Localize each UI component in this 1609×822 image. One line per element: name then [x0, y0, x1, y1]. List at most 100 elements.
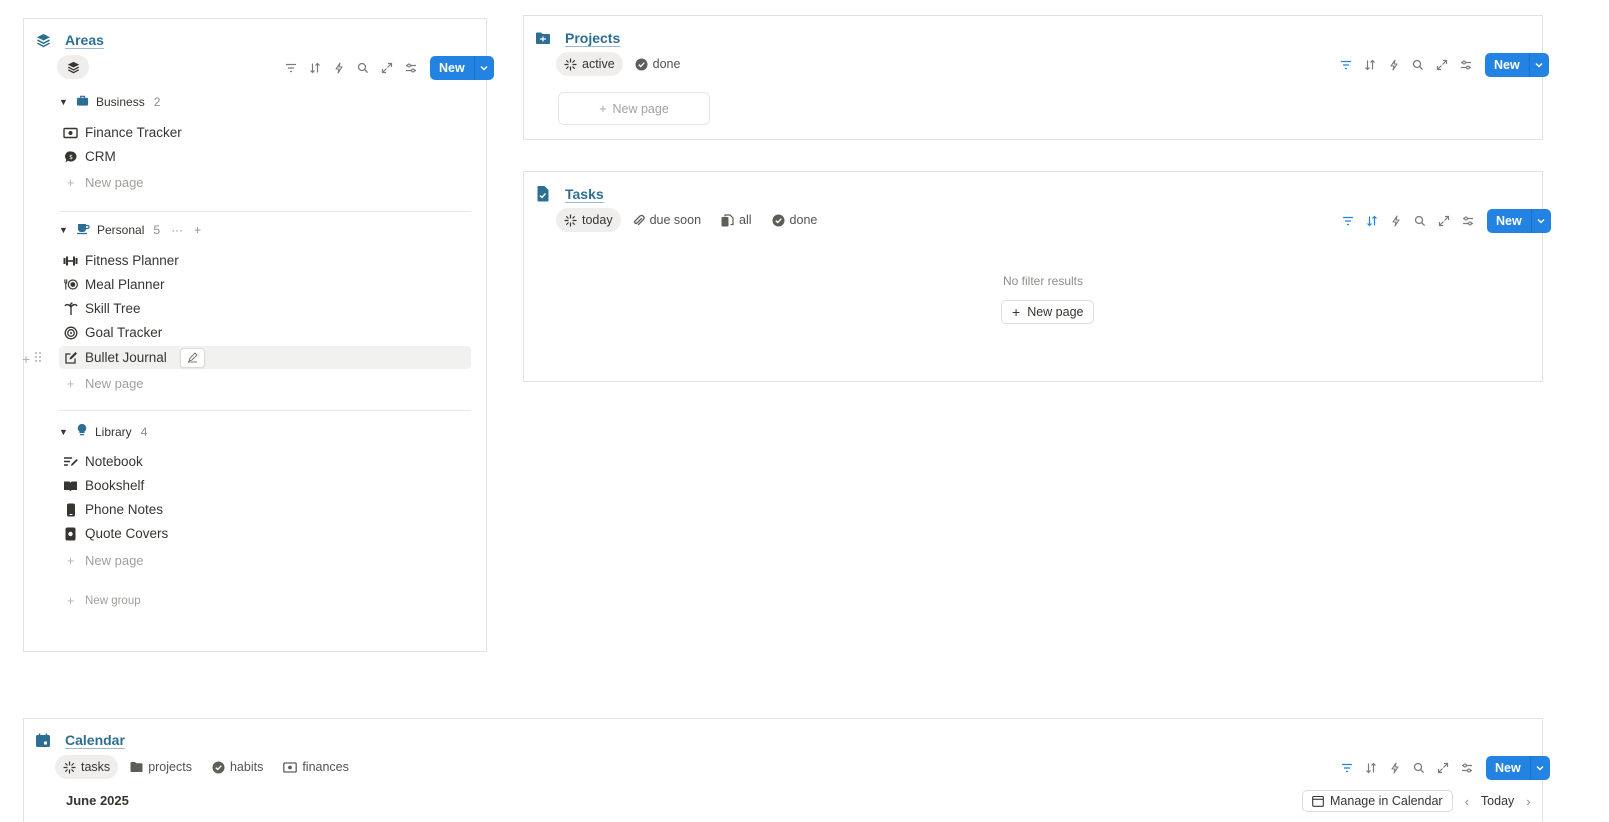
view-done[interactable]: done [764, 208, 826, 232]
sort-icon[interactable] [1360, 757, 1382, 779]
sort-icon[interactable] [304, 57, 326, 79]
search-icon[interactable] [352, 57, 374, 79]
list-item-label: Skill Tree [85, 301, 141, 316]
view-done[interactable]: done [627, 52, 689, 76]
filter-icon[interactable] [1335, 54, 1357, 76]
tasks-title[interactable]: Tasks [565, 186, 604, 202]
settings-sliders-icon[interactable] [1455, 54, 1477, 76]
chat-icon: $ [63, 149, 78, 164]
tasks-new-page-button[interactable]: + New page [1001, 300, 1095, 324]
list-item[interactable]: Quote Covers [59, 522, 471, 545]
today-button[interactable]: Today [1481, 794, 1514, 808]
new-page-row[interactable]: + New page [59, 549, 471, 572]
add-row-icon[interactable]: + [22, 351, 30, 367]
group-library[interactable]: ▼ Library 4 [59, 423, 147, 440]
filter-icon[interactable] [280, 57, 302, 79]
calendar-new-button[interactable]: New [1486, 756, 1550, 780]
toggle-triangle-icon[interactable]: ▼ [59, 427, 69, 437]
projects-new-page-card[interactable]: + New page [558, 92, 710, 125]
expand-icon[interactable] [1433, 210, 1455, 232]
list-item[interactable]: $ CRM [59, 145, 471, 168]
edit-icon [63, 350, 78, 365]
settings-sliders-icon[interactable] [1457, 210, 1479, 232]
drag-handle-icon[interactable] [34, 350, 42, 368]
new-page-label: New page [612, 101, 669, 116]
chevron-down-icon[interactable] [473, 56, 494, 80]
filter-icon[interactable] [1336, 757, 1358, 779]
new-page-label: New page [85, 553, 144, 568]
calendar-icon [35, 732, 51, 748]
notes-icon [63, 454, 78, 469]
calendar-panel: Calendar tasks projects habits finances … [23, 718, 1550, 822]
list-item[interactable]: Skill Tree [59, 297, 471, 320]
sort-icon[interactable] [1361, 210, 1383, 232]
filter-icon[interactable] [1337, 210, 1359, 232]
lightning-icon[interactable] [1384, 757, 1406, 779]
tasks-new-button[interactable]: New [1487, 209, 1551, 233]
expand-icon[interactable] [376, 57, 398, 79]
tasks-views: today due soon all done [556, 208, 825, 232]
group-personal[interactable]: ▼ Personal 5 ··· + [59, 222, 201, 238]
more-options-icon[interactable]: ··· [171, 223, 183, 237]
toggle-triangle-icon[interactable]: ▼ [59, 97, 69, 107]
lightning-icon[interactable] [328, 57, 350, 79]
sparkle-icon [564, 58, 577, 70]
list-item[interactable]: Phone Notes [59, 498, 471, 521]
row-handle[interactable]: + [22, 350, 42, 368]
chevron-down-icon[interactable] [1530, 209, 1551, 233]
view-today[interactable]: today [556, 208, 621, 232]
view-habits[interactable]: habits [204, 755, 271, 779]
list-item[interactable]: Fitness Planner [59, 249, 471, 272]
view-all[interactable]: all [713, 208, 760, 232]
toggle-triangle-icon[interactable]: ▼ [59, 225, 69, 235]
areas-title[interactable]: Areas [65, 32, 104, 48]
view-layers[interactable] [57, 55, 89, 79]
expand-icon[interactable] [1431, 54, 1453, 76]
new-page-row[interactable]: + New page [59, 372, 471, 395]
chevron-left-icon[interactable]: ‹ [1465, 794, 1469, 809]
search-icon[interactable] [1407, 54, 1429, 76]
list-item[interactable]: Finance Tracker [59, 121, 471, 144]
calendar-header: Calendar [35, 732, 125, 748]
projects-title[interactable]: Projects [565, 30, 620, 46]
new-group-row[interactable]: + New group [59, 589, 471, 612]
search-icon[interactable] [1408, 757, 1430, 779]
sort-icon[interactable] [1359, 54, 1381, 76]
chevron-down-icon[interactable] [1529, 756, 1550, 780]
new-page-label: New page [85, 175, 144, 190]
expand-icon[interactable] [1432, 757, 1454, 779]
areas-new-button[interactable]: New [430, 56, 494, 80]
list-item[interactable]: Bookshelf [59, 474, 471, 497]
fork-plate-icon [63, 277, 78, 292]
check-circle-icon [772, 214, 785, 226]
list-item[interactable]: Notebook [59, 450, 471, 473]
view-tasks[interactable]: tasks [55, 755, 119, 779]
view-due-soon[interactable]: due soon [625, 208, 709, 232]
group-business[interactable]: ▼ Business 2 [59, 94, 160, 110]
new-button-label: New [439, 61, 465, 75]
chevron-right-icon[interactable]: › [1526, 794, 1530, 809]
view-finances[interactable]: finances [275, 755, 357, 779]
lightning-icon[interactable] [1385, 210, 1407, 232]
calendar-title[interactable]: Calendar [65, 732, 125, 748]
view-label: done [652, 57, 681, 71]
plus-icon: + [66, 175, 75, 190]
search-icon[interactable] [1409, 210, 1431, 232]
projects-new-button[interactable]: New [1485, 53, 1549, 77]
lightning-icon[interactable] [1383, 54, 1405, 76]
chevron-down-icon[interactable] [1528, 53, 1549, 77]
rename-button[interactable] [179, 347, 205, 368]
list-item[interactable]: Goal Tracker [59, 321, 471, 344]
new-page-row[interactable]: + New page [59, 171, 471, 194]
add-icon[interactable]: + [194, 223, 201, 237]
list-item[interactable]: Bullet Journal [59, 346, 471, 369]
view-projects[interactable]: projects [122, 755, 200, 779]
list-item[interactable]: Meal Planner [59, 273, 471, 296]
view-active[interactable]: active [556, 52, 623, 76]
settings-sliders-icon[interactable] [400, 57, 422, 79]
manage-in-calendar-button[interactable]: Manage in Calendar [1302, 790, 1453, 812]
settings-sliders-icon[interactable] [1456, 757, 1478, 779]
list-item-label: Notebook [85, 454, 143, 469]
areas-panel: Areas New ▼ Business 2 Finance Tracker $… [23, 18, 494, 652]
list-item-label: Meal Planner [85, 277, 165, 292]
